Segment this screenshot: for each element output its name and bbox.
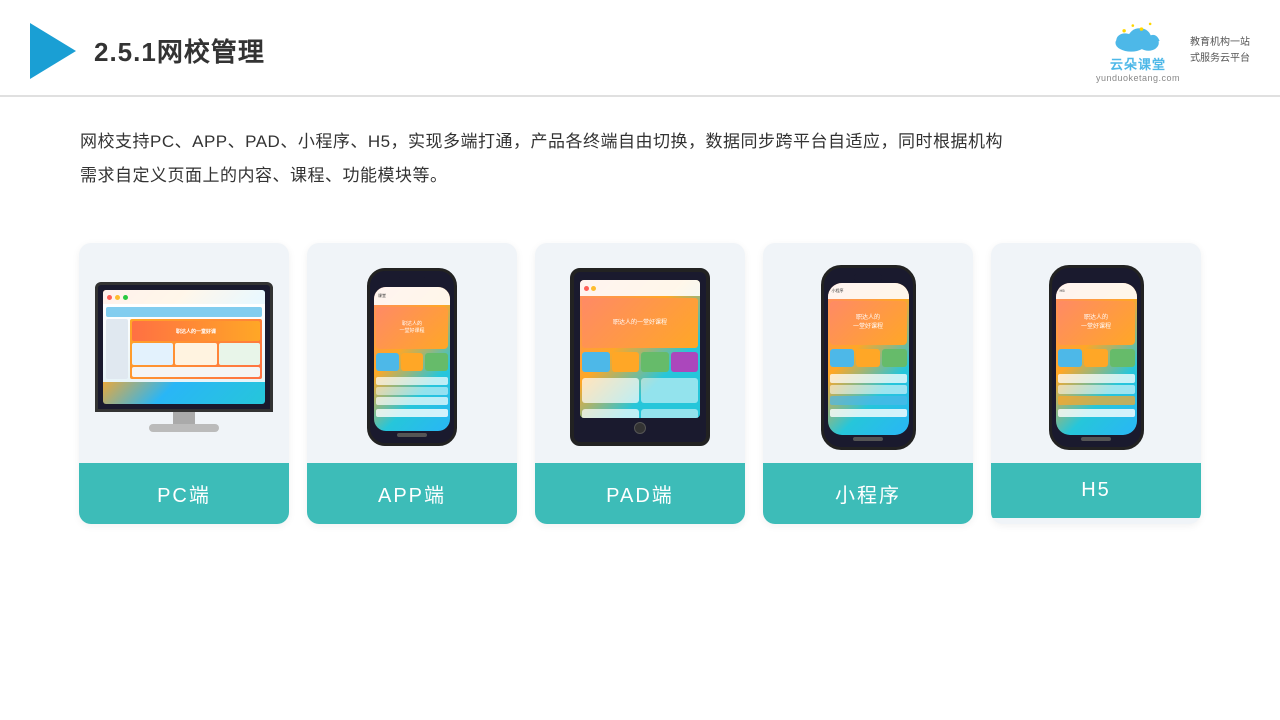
card-app-label: APP端 [307,463,517,524]
card-pad: 职达人的一堂好课程 [535,243,745,524]
description-block: 网校支持PC、APP、PAD、小程序、H5，实现多端打通，产品各终端自由切换，数… [0,97,1280,203]
brand-tagline: 教育机构一站 式服务云平台 [1190,35,1250,67]
phone-mockup-mini: 小程序 职达人的一堂好课程 [821,265,916,450]
card-pc-image: 职达人的一堂好课 [79,243,289,463]
card-miniprogram: 小程序 职达人的一堂好课程 [763,243,973,524]
card-h5: H5 职达人的一堂好课程 [991,243,1201,524]
pc-mockup: 职达人的一堂好课 [94,282,274,432]
card-pc-label: PC端 [79,463,289,524]
brand-logo: 云朵课堂 yunduoketang.com [1096,18,1180,83]
header-left: 2.5.1网校管理 [30,23,265,79]
phone-mockup-h5: H5 职达人的一堂好课程 [1049,265,1144,450]
brand-name: 云朵课堂 yunduoketang.com [1096,54,1180,83]
description-line2: 需求自定义页面上的内容、课程、功能模块等。 [80,159,1200,193]
description-line1: 网校支持PC、APP、PAD、小程序、H5，实现多端打通，产品各终端自由切换，数… [80,125,1200,159]
card-app-image: 课堂 职达人的一堂好课程 [307,243,517,463]
tablet-mockup: 职达人的一堂好课程 [570,268,710,446]
logo-triangle-icon [30,23,76,79]
card-miniprogram-image: 小程序 职达人的一堂好课程 [763,243,973,463]
card-h5-image: H5 职达人的一堂好课程 [991,243,1201,463]
card-app: 课堂 职达人的一堂好课程 [307,243,517,524]
page-header: 2.5.1网校管理 云朵课堂 yunduoketang.com 教育机构一站 [0,0,1280,97]
card-pc: 职达人的一堂好课 [79,243,289,524]
page-title: 2.5.1网校管理 [94,32,265,69]
device-cards-container: 职达人的一堂好课 [0,213,1280,554]
card-pad-image: 职达人的一堂好课程 [535,243,745,463]
cloud-icon [1112,18,1164,54]
phone-mockup-app: 课堂 职达人的一堂好课程 [367,268,457,446]
card-pad-label: PAD端 [535,463,745,524]
header-right: 云朵课堂 yunduoketang.com 教育机构一站 式服务云平台 [1096,18,1250,83]
card-miniprogram-label: 小程序 [763,463,973,524]
card-h5-label: H5 [991,463,1201,518]
